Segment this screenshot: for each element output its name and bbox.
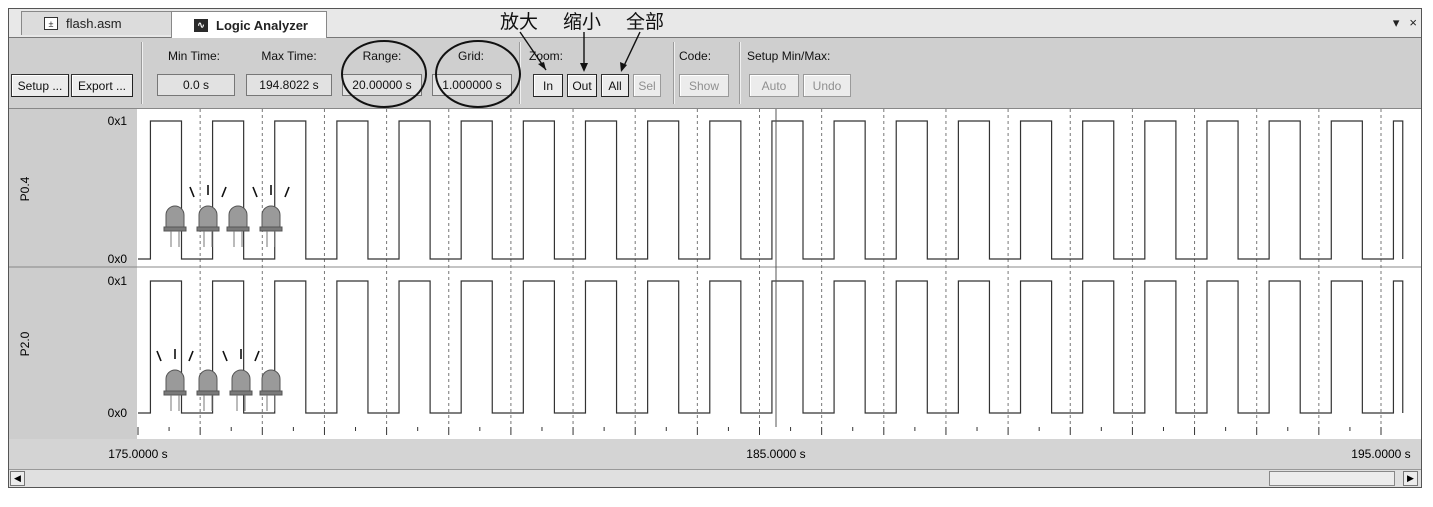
toolbar: Setup ... Export ... Min Time: 0.0 s Max… <box>9 38 1421 109</box>
signal-name-p2-0[interactable]: P2.0 <box>18 331 32 356</box>
min-time-label: Min Time: <box>167 49 220 63</box>
annotation-zoom-out: 缩小 <box>563 11 602 33</box>
export-button[interactable]: Export ... <box>71 74 133 97</box>
code-label: Code: <box>679 49 712 63</box>
p0-4-high-label: 0x1 <box>108 114 128 128</box>
zoom-in-button[interactable]: In <box>533 74 563 97</box>
logic-analyzer-icon: ∿ <box>194 18 208 32</box>
tab-strip: ± flash.asm ∿ Logic Analyzer ▾ × <box>9 9 1421 38</box>
scroll-thumb[interactable] <box>1269 471 1395 486</box>
zoom-label: Zoom: <box>529 49 564 63</box>
grid-label: Grid: <box>457 49 484 63</box>
time-axis-panel <box>9 439 1421 469</box>
time-axis-start-label: 175.0000 s <box>108 447 167 461</box>
tab-flash-asm[interactable]: ± flash.asm <box>21 11 175 35</box>
max-time-value: 194.8022 s <box>246 74 332 96</box>
divider <box>673 42 674 104</box>
annotation-zoom-all: 全部 <box>626 11 665 33</box>
time-axis-mid-label: 185.0000 s <box>746 447 805 461</box>
show-code-button[interactable]: Show <box>679 74 729 97</box>
logic-analyzer-window: ± flash.asm ∿ Logic Analyzer ▾ × Setup .… <box>8 8 1422 488</box>
zoom-out-button[interactable]: Out <box>567 74 597 97</box>
horizontal-scrollbar[interactable]: ◀ ▶ <box>9 469 1421 487</box>
tab-label: Logic Analyzer <box>216 17 308 33</box>
window-controls: ▾ × <box>1393 15 1417 31</box>
grid-value: 1.000000 s <box>432 74 512 96</box>
p2-0-low-label: 0x0 <box>108 406 128 420</box>
time-axis-end-label: 195.0000 s <box>1351 447 1410 461</box>
time-axis-ticks <box>137 427 1382 435</box>
divider <box>519 42 520 104</box>
plot-background <box>137 109 1421 439</box>
undo-button[interactable]: Undo <box>803 74 851 97</box>
waveform-canvas[interactable]: P0.4 P2.0 0x1 0x0 0x1 0x0 175.0000 s 185… <box>9 109 1421 469</box>
scroll-left-icon[interactable]: ◀ <box>10 471 25 486</box>
scroll-right-icon[interactable]: ▶ <box>1403 471 1418 486</box>
p2-0-high-label: 0x1 <box>108 274 128 288</box>
tab-label: flash.asm <box>66 16 122 31</box>
zoom-sel-button[interactable]: Sel <box>633 74 661 97</box>
zoom-all-button[interactable]: All <box>601 74 629 97</box>
signal-name-p0-4[interactable]: P0.4 <box>18 176 32 201</box>
asm-file-icon: ± <box>44 17 58 30</box>
tab-logic-analyzer[interactable]: ∿ Logic Analyzer <box>171 11 327 38</box>
max-time-label: Max Time: <box>261 49 317 63</box>
divider <box>739 42 740 104</box>
waveform-area[interactable]: P0.4 P2.0 0x1 0x0 0x1 0x0 175.0000 s 185… <box>9 109 1421 469</box>
close-icon[interactable]: × <box>1409 15 1417 31</box>
chevron-down-icon[interactable]: ▾ <box>1393 15 1400 31</box>
setup-button[interactable]: Setup ... <box>11 74 69 97</box>
setup-minmax-label: Setup Min/Max: <box>747 49 831 63</box>
divider <box>141 42 142 104</box>
p0-4-low-label: 0x0 <box>108 252 128 266</box>
range-value: 20.00000 s <box>342 74 422 96</box>
auto-button[interactable]: Auto <box>749 74 799 97</box>
min-time-value: 0.0 s <box>157 74 235 96</box>
annotation-zoom-in: 放大 <box>500 11 539 33</box>
range-label: Range: <box>362 49 402 63</box>
